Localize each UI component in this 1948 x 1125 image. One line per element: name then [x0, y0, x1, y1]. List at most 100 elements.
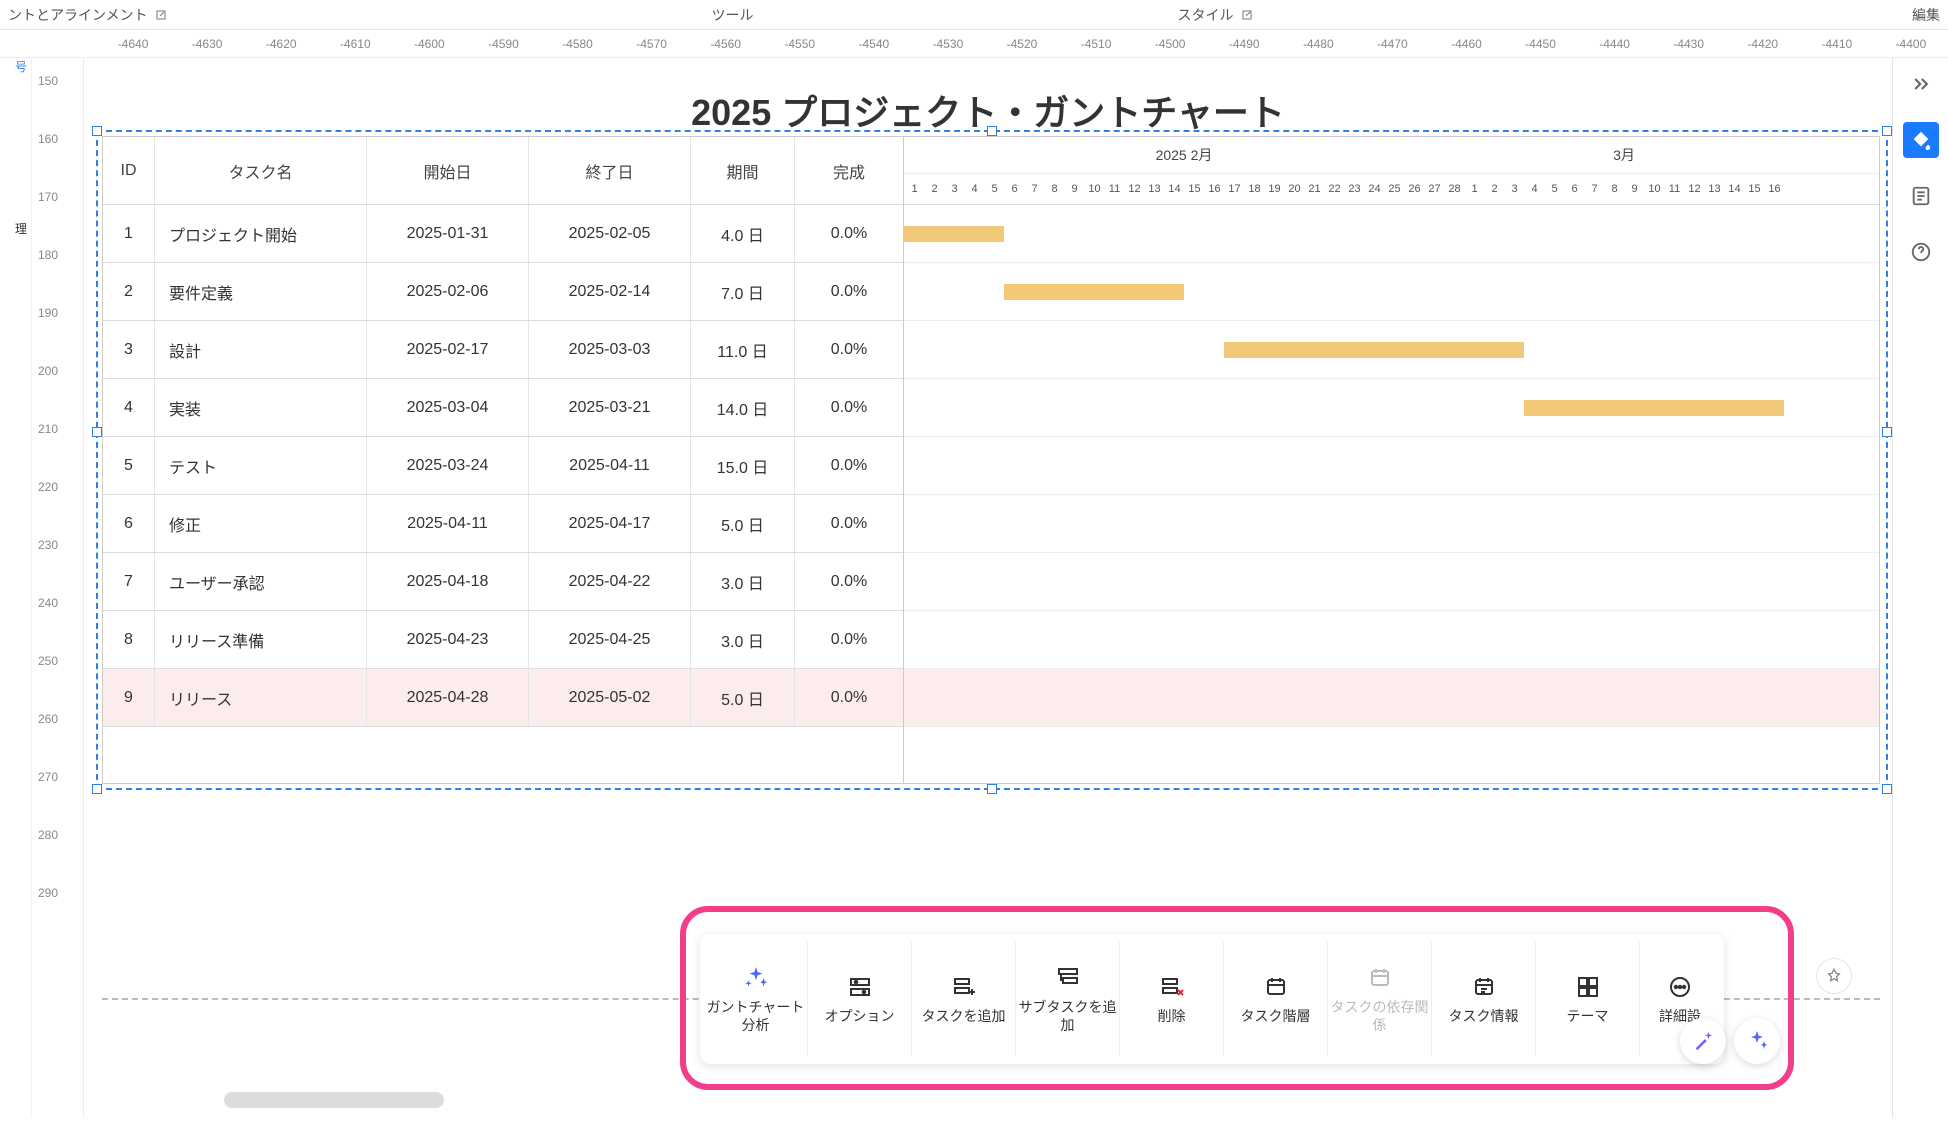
- cell[interactable]: 0.0%: [795, 495, 903, 552]
- cell[interactable]: 6: [103, 495, 155, 552]
- timeline-row[interactable]: [904, 553, 1879, 611]
- gantt-bar[interactable]: [904, 226, 1004, 242]
- chart-title[interactable]: 2025 プロジェクト・ガントチャート: [691, 84, 1285, 136]
- canvas[interactable]: 2025 プロジェクト・ガントチャート ID タスク名 開始日 終了日 期間 完…: [84, 58, 1892, 1118]
- cell[interactable]: 2025-04-28: [367, 669, 529, 726]
- cell[interactable]: 0.0%: [795, 553, 903, 610]
- col-name[interactable]: タスク名: [155, 137, 367, 204]
- tab-tools[interactable]: ツール: [491, 0, 974, 29]
- cell[interactable]: 0.0%: [795, 669, 903, 726]
- resize-handle[interactable]: [92, 427, 102, 437]
- table-row[interactable]: 3設計2025-02-172025-03-0311.0 日0.0%: [103, 321, 903, 379]
- cell[interactable]: 2025-04-11: [529, 437, 691, 494]
- timeline-row[interactable]: [904, 669, 1879, 727]
- cell[interactable]: 2025-05-02: [529, 669, 691, 726]
- task-info-button[interactable]: タスク情報: [1432, 942, 1536, 1056]
- expand-icon[interactable]: [154, 8, 168, 22]
- help-button[interactable]: [1903, 234, 1939, 270]
- timeline-row[interactable]: [904, 263, 1879, 321]
- gantt-bar[interactable]: [1524, 400, 1784, 416]
- gantt-chart[interactable]: ID タスク名 開始日 終了日 期間 完成 1プロジェクト開始2025-01-3…: [102, 136, 1880, 784]
- cell[interactable]: 2025-04-25: [529, 611, 691, 668]
- timeline-body[interactable]: [904, 205, 1879, 727]
- cell[interactable]: 9: [103, 669, 155, 726]
- cell[interactable]: 15.0 日: [691, 437, 795, 494]
- cell[interactable]: プロジェクト開始: [155, 205, 367, 262]
- cell[interactable]: 2025-03-21: [529, 379, 691, 436]
- cell[interactable]: 5.0 日: [691, 495, 795, 552]
- col-done[interactable]: 完成: [795, 137, 903, 204]
- table-row[interactable]: 9リリース2025-04-282025-05-025.0 日0.0%: [103, 669, 903, 727]
- col-id[interactable]: ID: [103, 137, 155, 204]
- horizontal-scrollbar[interactable]: [224, 1092, 444, 1108]
- cell[interactable]: 4: [103, 379, 155, 436]
- cell[interactable]: 5: [103, 437, 155, 494]
- cell[interactable]: リリース: [155, 669, 367, 726]
- task-table[interactable]: ID タスク名 開始日 終了日 期間 完成 1プロジェクト開始2025-01-3…: [103, 137, 904, 783]
- table-row[interactable]: 5テスト2025-03-242025-04-1115.0 日0.0%: [103, 437, 903, 495]
- cell[interactable]: 0.0%: [795, 263, 903, 320]
- cell[interactable]: 11.0 日: [691, 321, 795, 378]
- delete-button[interactable]: 削除: [1120, 942, 1224, 1056]
- cell[interactable]: 4.0 日: [691, 205, 795, 262]
- timeline[interactable]: 2025 2月3月 123456789101112131415161718192…: [904, 137, 1879, 783]
- cell[interactable]: 7: [103, 553, 155, 610]
- theme-button[interactable]: テーマ: [1536, 942, 1640, 1056]
- add-task-button[interactable]: タスクを追加: [912, 942, 1016, 1056]
- cell[interactable]: 2025-04-11: [367, 495, 529, 552]
- timeline-row[interactable]: [904, 495, 1879, 553]
- table-row[interactable]: 8リリース準備2025-04-232025-04-253.0 日0.0%: [103, 611, 903, 669]
- cell[interactable]: 0.0%: [795, 321, 903, 378]
- cell[interactable]: 2025-02-06: [367, 263, 529, 320]
- cell[interactable]: 実装: [155, 379, 367, 436]
- cell[interactable]: 2025-03-24: [367, 437, 529, 494]
- notes-button[interactable]: [1903, 178, 1939, 214]
- resize-handle[interactable]: [92, 784, 102, 794]
- cell[interactable]: 3.0 日: [691, 553, 795, 610]
- cell[interactable]: 7.0 日: [691, 263, 795, 320]
- resize-handle[interactable]: [987, 784, 997, 794]
- gantt-bar[interactable]: [1004, 284, 1184, 300]
- cell[interactable]: 1: [103, 205, 155, 262]
- cell[interactable]: リリース準備: [155, 611, 367, 668]
- gantt-analyze-button[interactable]: ガントチャート分析: [704, 942, 808, 1056]
- add-subtask-button[interactable]: サブタスクを追加: [1016, 942, 1120, 1056]
- cell[interactable]: 0.0%: [795, 379, 903, 436]
- options-button[interactable]: オプション: [808, 942, 912, 1056]
- cell[interactable]: 2025-01-31: [367, 205, 529, 262]
- fill-color-button[interactable]: [1903, 122, 1939, 158]
- cell[interactable]: 2025-03-03: [529, 321, 691, 378]
- timeline-row[interactable]: [904, 379, 1879, 437]
- cell[interactable]: ユーザー承認: [155, 553, 367, 610]
- expand-icon[interactable]: [1240, 8, 1254, 22]
- cell[interactable]: 2025-03-04: [367, 379, 529, 436]
- cell[interactable]: 修正: [155, 495, 367, 552]
- tab-alignment[interactable]: ントとアラインメント: [0, 0, 491, 29]
- cell[interactable]: 設計: [155, 321, 367, 378]
- cell[interactable]: 要件定義: [155, 263, 367, 320]
- resize-handle[interactable]: [1882, 427, 1892, 437]
- col-start[interactable]: 開始日: [367, 137, 529, 204]
- hierarchy-button[interactable]: タスク階層: [1224, 942, 1328, 1056]
- cell[interactable]: 0.0%: [795, 611, 903, 668]
- cell[interactable]: 0.0%: [795, 205, 903, 262]
- timeline-row[interactable]: [904, 205, 1879, 263]
- col-end[interactable]: 終了日: [529, 137, 691, 204]
- cell[interactable]: 14.0 日: [691, 379, 795, 436]
- gantt-bar[interactable]: [1224, 342, 1524, 358]
- tab-style[interactable]: スタイル: [974, 0, 1457, 29]
- cell[interactable]: 5.0 日: [691, 669, 795, 726]
- cell[interactable]: 2025-04-17: [529, 495, 691, 552]
- tab-edit[interactable]: 編集: [1457, 0, 1948, 29]
- resize-handle[interactable]: [1882, 784, 1892, 794]
- resize-handle[interactable]: [1882, 126, 1892, 136]
- table-row[interactable]: 4実装2025-03-042025-03-2114.0 日0.0%: [103, 379, 903, 437]
- timeline-row[interactable]: [904, 321, 1879, 379]
- table-row[interactable]: 6修正2025-04-112025-04-175.0 日0.0%: [103, 495, 903, 553]
- cell[interactable]: 2025-02-05: [529, 205, 691, 262]
- cell[interactable]: 3.0 日: [691, 611, 795, 668]
- cell[interactable]: 2025-04-23: [367, 611, 529, 668]
- table-row[interactable]: 2要件定義2025-02-062025-02-147.0 日0.0%: [103, 263, 903, 321]
- resize-handle[interactable]: [92, 126, 102, 136]
- pin-toolbar-button[interactable]: [1816, 958, 1852, 994]
